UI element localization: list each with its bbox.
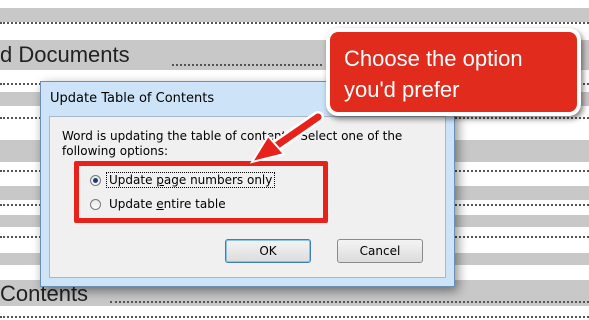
dotted-leader: [0, 22, 589, 24]
dotted-leader: [172, 64, 322, 66]
document-heading-top: d Documents: [0, 42, 130, 67]
callout-bubble: Choose the option you'd prefer: [326, 28, 581, 116]
dialog-title: Update Table of Contents: [50, 91, 215, 106]
options-highlight-box: [74, 161, 328, 223]
callout-text: Choose the option you'd prefer: [344, 46, 523, 102]
dialog-message: Word is updating the table of contents. …: [62, 129, 403, 158]
ok-button[interactable]: OK: [225, 239, 311, 263]
cancel-button[interactable]: Cancel: [337, 239, 423, 263]
shaded-line: [0, 8, 589, 22]
dotted-leader: [0, 316, 589, 318]
dotted-leader: [110, 301, 589, 303]
